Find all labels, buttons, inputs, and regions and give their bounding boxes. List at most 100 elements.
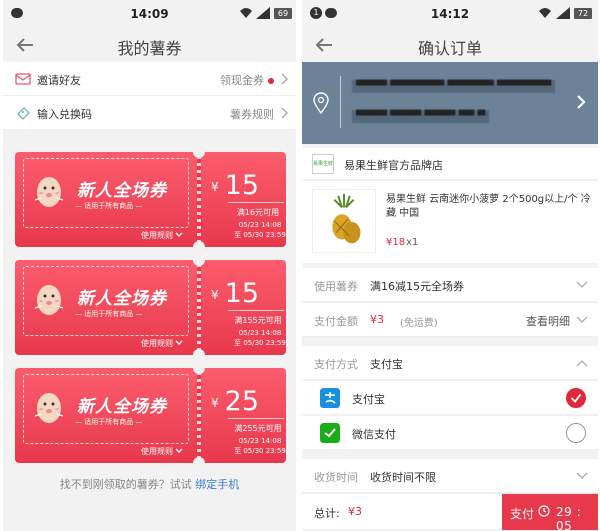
coupon-end-date: 至 05/30 23:59 (234, 231, 286, 239)
use-coupon-label: 使用薯券 (314, 280, 358, 293)
envelope-icon (15, 73, 31, 85)
total-value: ¥3 (348, 505, 362, 518)
coupon-start-date: 05/23 14:08 (238, 329, 282, 337)
coupon-subtitle: — 适用于所有商品 — (75, 202, 143, 210)
shop-logo: 易果生鲜 (312, 154, 334, 174)
shipping-address-card[interactable]: ▀▀▀▀ ▀▀▀▀▀▀▀ ▀▀▀▀▀▀ ▀▀▀▀▀▀▀ ▀▀▀▀ ▀▀▀▀ ▀▀… (302, 62, 598, 144)
delivery-time-label: 收货时间 (314, 471, 358, 484)
coupon-card[interactable]: 新人全场券 — 适用于所有商品 — 使用规则 ¥15 满16元可用 05/23 14:08… (15, 146, 286, 253)
coupon-divider (228, 310, 284, 311)
wechat-pay-icon (320, 423, 340, 443)
battery-icon: 72 (574, 8, 592, 19)
wifi-icon (539, 8, 551, 18)
countdown-timer: 29 : 05 (556, 505, 582, 531)
chevron-down-icon (576, 472, 588, 479)
coupon-notch (193, 457, 205, 469)
get-cash-coupon-text: 领现金券 (220, 74, 264, 87)
selected-coupon: 满16减15元全场券 (370, 280, 464, 293)
pineapple-image (312, 189, 376, 253)
delivery-time-row[interactable]: 收货时间 收货时间不限 (302, 459, 598, 493)
coupon-start-date: 05/23 14:08 (238, 221, 282, 229)
payment-method-value: 支付宝 (370, 358, 403, 371)
get-cash-coupon-link[interactable]: 领现金券 (220, 72, 274, 88)
page-title: 我的薯券 (117, 39, 182, 58)
location-pin-icon (313, 92, 329, 114)
status-bar: 1 14:12 72 (302, 0, 598, 28)
payment-method-row[interactable]: 支付方式 支付宝 (302, 346, 598, 380)
signal-icon (556, 7, 570, 19)
pay-button-label: 支付 (510, 507, 535, 521)
footer-hint: 找不到刚领取的薯券？试试 绑定手机 (3, 476, 296, 492)
unselected-radio[interactable] (566, 423, 586, 443)
invite-friends-row[interactable]: 邀请好友 领现金券 (3, 62, 296, 96)
coupon-amount: ¥25 (211, 386, 259, 417)
status-bar: 14:09 69 (3, 0, 296, 28)
coupon-start-date: 05/23 14:08 (238, 437, 282, 445)
recipient-line: ▀▀▀▀ ▀▀▀▀▀▀▀ ▀▀▀▀▀▀ ▀▀▀▀▀▀▀ (352, 80, 556, 93)
coupon-card[interactable]: 新人全场券 — 适用于所有商品 — 使用规则 ¥25 满255元可用 05/23 14:0… (15, 362, 286, 469)
alipay-icon (320, 388, 340, 408)
total-label: 总计: (314, 507, 340, 520)
status-time: 14:12 (430, 7, 470, 21)
coupon-rule-link[interactable]: 使用规则 (141, 338, 173, 349)
potato-mascot-icon (34, 393, 64, 423)
coupon-amount-value: 15 (224, 278, 259, 309)
ticket-icon (17, 107, 30, 120)
battery-icon: 69 (274, 8, 292, 19)
coupon-divider (228, 202, 284, 203)
order-item[interactable]: 易果生鲜 云南迷你小菠萝 2个500g以上/个 冷藏 中国 ¥18 x1 (302, 181, 598, 263)
coupon-subtitle: — 适用于所有商品 — (75, 310, 143, 318)
redeem-code-row[interactable]: 输入兑换码 薯券规则 (3, 96, 296, 130)
nav-bar: 确认订单 (302, 28, 598, 62)
pay-button[interactable]: 支付 29 : 05 (502, 494, 598, 531)
payment-name: 微信支付 (352, 428, 396, 441)
chevron-right-icon (577, 95, 586, 109)
confirm-order-screen: 1 14:12 72 确认订单 ▀▀▀▀ ▀▀▀▀▀▀▀ ▀▀▀▀▀▀ ▀▀▀▀… (302, 0, 598, 531)
shop-name: 易果生鲜官方品牌店 (344, 159, 443, 172)
coupon-rules-link[interactable]: 薯券规则 (230, 106, 274, 122)
view-details-link[interactable]: 查看明细 (526, 313, 570, 329)
redeem-label: 输入兑换码 (37, 108, 92, 121)
item-description: 易果生鲜 云南迷你小菠萝 2个500g以上/个 冷藏 中国 (386, 194, 591, 219)
chevron-down-icon (175, 448, 183, 453)
coupon-subtitle-text: 适用于所有商品 (84, 202, 134, 210)
coupon-amount: ¥15 (211, 170, 259, 201)
free-shipping-note: (免运费) (400, 318, 438, 329)
coupon-amount: ¥15 (211, 278, 259, 309)
coupon-rule-link[interactable]: 使用规则 (141, 230, 173, 241)
bind-phone-link[interactable]: 绑定手机 (195, 478, 239, 491)
coupon-divider (228, 418, 284, 419)
coupon-amount-value: 15 (224, 170, 259, 201)
coupon-amount-value: 25 (224, 386, 259, 417)
address-divider (340, 76, 341, 128)
coupon-subtitle: — 适用于所有商品 — (75, 418, 143, 426)
invite-label: 邀请好友 (37, 74, 81, 87)
selected-check-icon[interactable] (566, 388, 586, 408)
page-title: 确认订单 (417, 39, 482, 58)
coupon-subtitle-text: 适用于所有商品 (84, 310, 134, 318)
coupon-currency: ¥ (211, 288, 219, 302)
pay-amount-row[interactable]: 支付金额 ¥3 (免运费) 查看明细 (302, 303, 598, 337)
clock-icon (538, 505, 550, 517)
pay-amount-label: 支付金额 (314, 315, 358, 328)
coupon-card[interactable]: 新人全场券 — 适用于所有商品 — 使用规则 ¥15 满155元可用 05/23 14:0… (15, 254, 286, 361)
payment-option-alipay[interactable]: 支付宝 (302, 381, 598, 415)
coupon-condition: 满16元可用 (236, 208, 280, 217)
chevron-down-icon (175, 232, 183, 237)
coupon-notch (193, 146, 205, 158)
chevron-down-icon (175, 340, 183, 345)
use-coupon-row[interactable]: 使用薯券 满16减15元全场券 (302, 268, 598, 302)
pay-amount-value: ¥3 (370, 313, 384, 326)
payment-option-wechat[interactable]: 微信支付 (302, 416, 598, 450)
coupon-end-date: 至 05/30 23:59 (234, 339, 286, 347)
address-line: ▀▀▀▀ ▀▀▀▀ ▀▀▀▀ ▀▀ ▀ (352, 110, 490, 123)
wifi-icon (240, 8, 252, 18)
nav-bar: 我的薯券 (3, 28, 296, 62)
coupon-notch (193, 362, 205, 374)
shop-header[interactable]: 易果生鲜 易果生鲜官方品牌店 (302, 148, 598, 180)
footer-text: 找不到刚领取的薯券？试试 (59, 478, 192, 491)
coupon-title: 新人全场券 (77, 181, 167, 201)
coupon-condition: 满255元可用 (234, 424, 282, 433)
coupon-notch (193, 349, 205, 361)
coupon-rule-link[interactable]: 使用规则 (141, 446, 173, 457)
